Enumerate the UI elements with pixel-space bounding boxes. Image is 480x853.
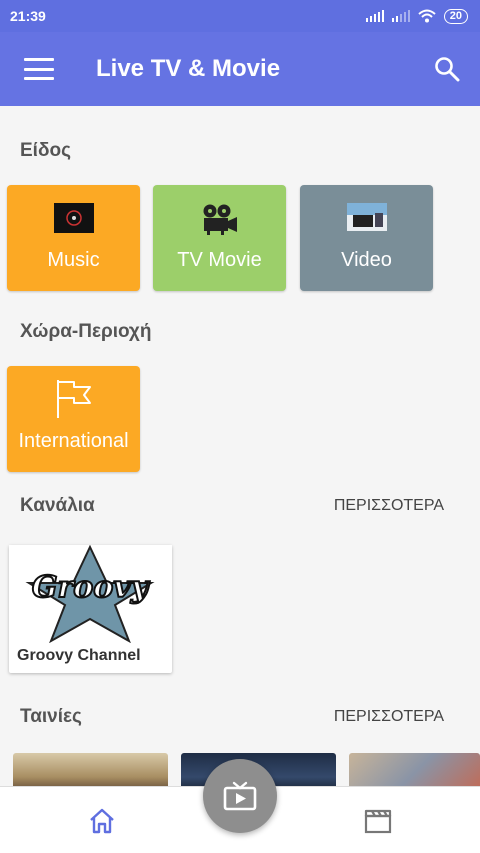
app-title: Live TV & Movie: [96, 55, 281, 82]
channel-card-groovy[interactable]: Groovy Groovy Channel: [9, 545, 172, 673]
genre-tile-music[interactable]: Music: [7, 185, 140, 291]
channel-logo: Groovy: [9, 545, 172, 643]
search-button[interactable]: [434, 56, 460, 82]
main-content[interactable]: Είδος Music TV Movie Video Χώρα-Περιοχή: [0, 106, 480, 786]
section-title-movies: Ταινίες: [20, 706, 82, 727]
signal-secondary-icon: [391, 10, 410, 22]
channels-more-link[interactable]: ΠΕΡΙΣΣΟΤΕΡΑ: [334, 497, 444, 515]
status-icons: 20: [365, 8, 468, 24]
menu-button[interactable]: [24, 58, 54, 80]
signal-icon: [365, 10, 384, 22]
music-thumb-icon: [53, 203, 94, 233]
section-title-channels: Κανάλια: [20, 495, 95, 516]
region-tile-international[interactable]: International: [7, 366, 140, 472]
region-tile-label: International: [18, 430, 129, 452]
flag-icon: [56, 380, 91, 418]
movie-thumb-3[interactable]: [349, 753, 480, 786]
status-bar: 21:39 20: [0, 0, 480, 32]
battery-badge: 20: [443, 8, 468, 24]
channel-logo-text: Groovy: [32, 570, 151, 605]
genre-tile-video[interactable]: Video: [300, 185, 433, 291]
section-title-genre: Είδος: [20, 140, 71, 161]
channel-name: Groovy Channel: [17, 647, 141, 664]
home-icon[interactable]: [88, 807, 116, 835]
movie-thumb-1[interactable]: [13, 753, 168, 786]
genre-tile-label: TV Movie: [177, 249, 262, 271]
genre-tile-label: Music: [47, 249, 100, 271]
genre-tile-tv-movie[interactable]: TV Movie: [153, 185, 286, 291]
status-time: 21:39: [10, 8, 46, 24]
wifi-icon: [418, 9, 436, 23]
clapperboard-icon[interactable]: [364, 807, 392, 835]
tv-play-button[interactable]: [203, 759, 277, 833]
genre-tile-label: Video: [341, 249, 392, 271]
tv-play-icon: [223, 781, 257, 811]
app-bar: Live TV & Movie: [0, 32, 480, 106]
section-title-region: Χώρα-Περιοχή: [20, 321, 152, 342]
film-projector-icon: [203, 204, 237, 235]
movies-more-link[interactable]: ΠΕΡΙΣΣΟΤΕΡΑ: [334, 708, 444, 726]
video-thumb-icon: [346, 203, 387, 231]
